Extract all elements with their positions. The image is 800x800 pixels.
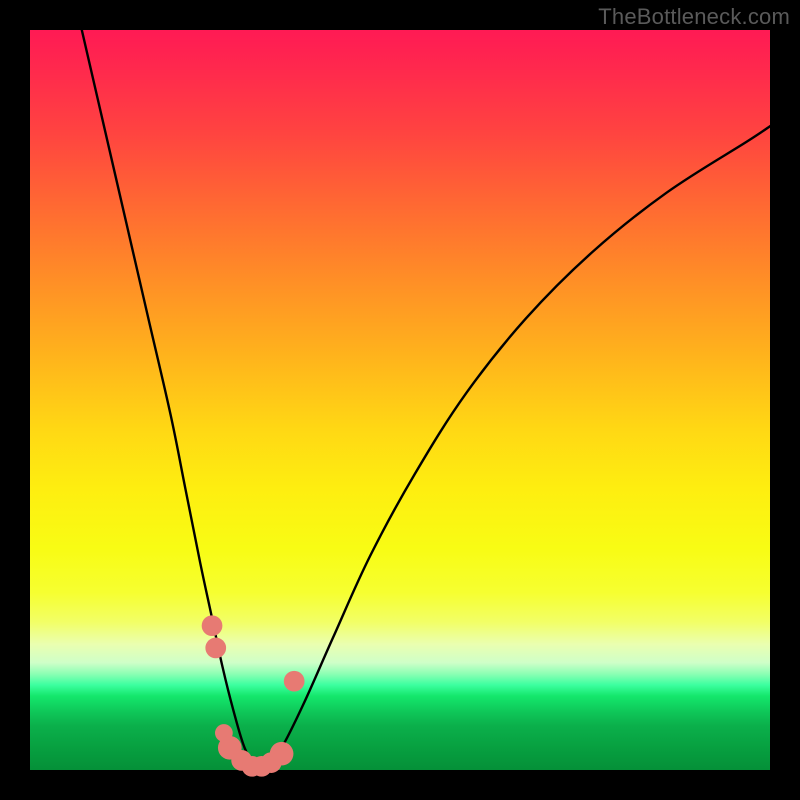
- bottleneck-curve: [82, 30, 770, 769]
- chart-marker: [284, 671, 305, 692]
- chart-frame: TheBottleneck.com: [0, 0, 800, 800]
- chart-svg: [30, 30, 770, 770]
- watermark-text: TheBottleneck.com: [598, 4, 790, 30]
- chart-marker: [205, 638, 226, 659]
- chart-markers: [202, 615, 305, 776]
- chart-marker: [270, 742, 294, 766]
- chart-marker: [202, 615, 223, 636]
- chart-plot-area: [30, 30, 770, 770]
